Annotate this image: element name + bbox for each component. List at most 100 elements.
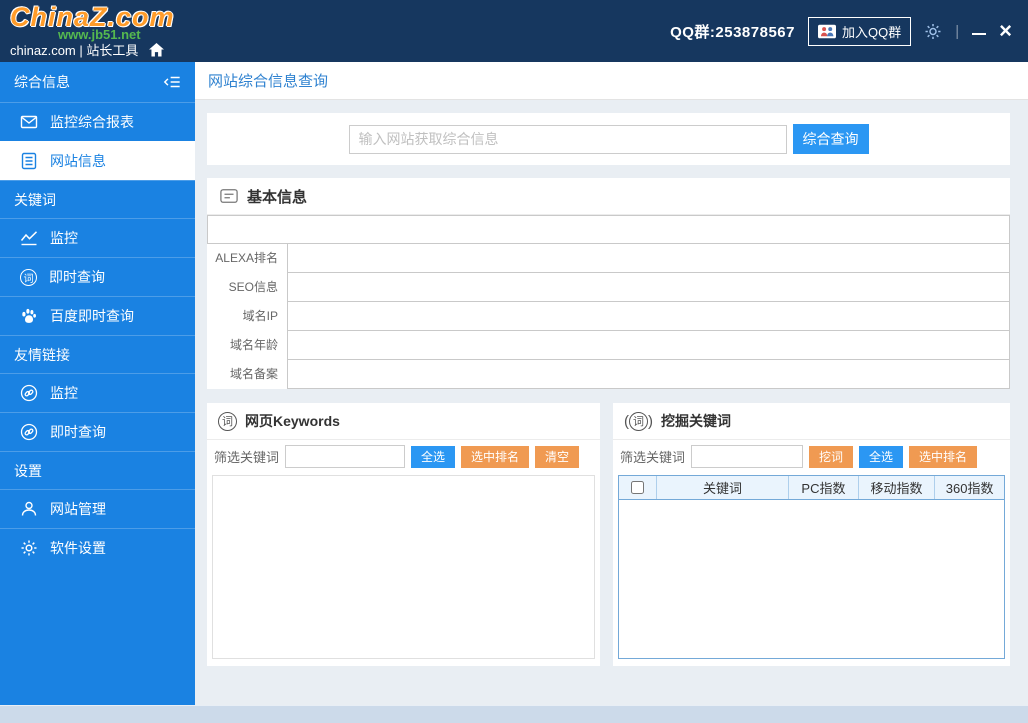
table-header-row: 关键词 PC指数 移动指数 360指数 <box>619 476 1004 500</box>
sidebar-item-site-info[interactable]: 网站信息 <box>0 141 195 180</box>
mining-filter-input[interactable] <box>691 445 804 468</box>
page-keywords-panel: 词 网页Keywords 筛选关键词 全选 选中排名 清空 <box>207 403 600 666</box>
field-label-domain-age: 域名年龄 <box>229 338 278 352</box>
mining-results-table: 关键词 PC指数 移动指数 360指数 <box>618 475 1005 659</box>
keyword-mining-title: 挖掘关键词 <box>661 413 731 429</box>
page-keywords-header: 词 网页Keywords <box>207 403 600 440</box>
sidebar-group-keywords: 关键词 <box>0 180 195 218</box>
select-all-checkbox[interactable] <box>631 481 644 494</box>
basic-info-section: 基本信息 ALEXA排名 SEO信息 域名IP 域名年龄 域名备案 <box>207 178 1010 389</box>
word-circle-icon: 词 <box>218 411 237 431</box>
keywords-filter-row: 筛选关键词 全选 选中排名 清空 <box>207 440 600 473</box>
alexa-rank-field <box>287 243 1010 273</box>
minimize-button[interactable] <box>972 33 987 35</box>
keyword-mining-header: (词) 挖掘关键词 <box>613 403 1010 440</box>
card-lines-icon <box>220 188 238 204</box>
chart-icon <box>20 229 38 247</box>
envelope-icon <box>20 113 38 131</box>
qq-group-number: QQ群:253878567 <box>670 23 795 41</box>
keyword-mining-panel: (词) 挖掘关键词 筛选关键词 挖词 全选 选中排名 关键词 PC指数 移动指数… <box>613 403 1010 666</box>
column-header-keyword: 关键词 <box>657 476 790 499</box>
user-icon <box>20 500 38 518</box>
close-button[interactable]: × <box>999 20 1012 42</box>
sidebar-item-label: 网站信息 <box>50 153 106 169</box>
keywords-filter-input[interactable] <box>285 445 406 468</box>
sidebar-item-label: 监控 <box>50 385 78 401</box>
domain-ip-field <box>287 301 1010 331</box>
sidebar-item-link-monitor[interactable]: 监控 <box>0 373 195 412</box>
sidebar-item-label: 即时查询 <box>50 424 106 440</box>
basic-info-title: 基本信息 <box>247 188 308 206</box>
page-keywords-title: 网页Keywords <box>245 413 340 429</box>
mine-words-button[interactable]: 挖词 <box>809 445 854 468</box>
sidebar-header-label: 综合信息 <box>14 74 70 90</box>
sidebar-group-label: 关键词 <box>14 191 56 208</box>
keywords-list-area <box>212 475 595 659</box>
column-header-pc-index: PC指数 <box>789 476 859 499</box>
comprehensive-query-button[interactable]: 综合查询 <box>792 124 869 154</box>
broadcast-word-icon: (词) <box>624 411 653 431</box>
sidebar-item-label: 网站管理 <box>50 501 106 517</box>
field-label-domain-record: 域名备案 <box>229 367 278 381</box>
selected-rank-button[interactable]: 选中排名 <box>461 445 530 468</box>
sidebar-item-label: 百度即时查询 <box>50 308 134 324</box>
sidebar-item-site-manage[interactable]: 网站管理 <box>0 489 195 528</box>
sidebar-item-label: 监控 <box>50 230 78 246</box>
settings-gear-icon[interactable] <box>924 22 942 41</box>
sidebar-item-baidu-query[interactable]: 百度即时查询 <box>0 296 195 335</box>
sidebar-group-settings: 设置 <box>0 451 195 489</box>
site-search-input[interactable] <box>348 124 787 154</box>
sidebar-item-keyword-query[interactable]: 词 即时查询 <box>0 257 195 296</box>
column-header-360-index: 360指数 <box>945 481 994 496</box>
seo-info-field <box>287 272 1010 302</box>
search-panel: 综合查询 <box>207 113 1010 165</box>
sidebar-group-label: 设置 <box>14 462 42 479</box>
sidebar-item-link-query[interactable]: 即时查询 <box>0 412 195 451</box>
site-label: chinaz.com | 站长工具 <box>10 43 139 58</box>
basic-info-header: 基本信息 <box>207 178 1010 215</box>
sidebar: 综合信息 监控综合报表 网站信息 关键词 监控 词 即时查询 百度即时查询 友情… <box>0 62 195 705</box>
mining-filter-row: 筛选关键词 挖词 全选 选中排名 <box>613 440 1010 473</box>
main-content: 网站综合信息查询 综合查询 基本信息 <box>195 62 1028 705</box>
word-circle-icon: 词 <box>20 268 37 286</box>
titlebar: ChinaZ.com www.jb51.net chinaz.com | 站长工… <box>0 0 1028 62</box>
watermark-text: www.jb51.net <box>58 27 141 42</box>
titlebar-divider: | <box>955 22 960 40</box>
sidebar-header: 综合信息 <box>0 62 195 102</box>
page-title: 网站综合信息查询 <box>208 73 329 90</box>
select-all-button[interactable]: 全选 <box>411 445 456 468</box>
field-label-seo: SEO信息 <box>228 280 278 294</box>
logo-area: ChinaZ.com www.jb51.net chinaz.com | 站长工… <box>0 0 320 62</box>
sidebar-group-label: 友情链接 <box>14 346 70 363</box>
qq-people-icon <box>818 24 836 39</box>
sidebar-item-label: 软件设置 <box>50 540 106 556</box>
page-header: 网站综合信息查询 <box>195 62 1028 100</box>
clear-button[interactable]: 清空 <box>535 445 580 468</box>
domain-record-field <box>287 359 1010 389</box>
selected-rank-button[interactable]: 选中排名 <box>909 445 978 468</box>
field-label-alexa: ALEXA排名 <box>215 251 278 265</box>
sidebar-group-links: 友情链接 <box>0 335 195 373</box>
window-bottom-strip <box>0 705 1028 723</box>
app-window: ChinaZ.com www.jb51.net chinaz.com | 站长工… <box>0 0 1028 723</box>
field-label-domain-ip: 域名IP <box>242 309 278 323</box>
filter-keywords-label: 筛选关键词 <box>214 450 280 465</box>
column-header-mobile-index: 移动指数 <box>859 476 936 499</box>
site-summary-field <box>207 215 1010 244</box>
home-icon[interactable] <box>147 42 165 57</box>
select-all-button[interactable]: 全选 <box>859 445 904 468</box>
collapse-sidebar-icon[interactable] <box>163 74 181 90</box>
join-qq-button[interactable]: 加入QQ群 <box>808 16 912 46</box>
sidebar-item-keyword-monitor[interactable]: 监控 <box>0 218 195 257</box>
filter-keywords-label: 筛选关键词 <box>620 450 686 465</box>
link-icon <box>20 423 38 441</box>
link-icon <box>20 384 38 402</box>
basic-info-fields: ALEXA排名 SEO信息 域名IP 域名年龄 域名备案 <box>207 215 1010 389</box>
domain-age-field <box>287 330 1010 360</box>
sidebar-item-monitor-report[interactable]: 监控综合报表 <box>0 102 195 141</box>
sidebar-item-software-settings[interactable]: 软件设置 <box>0 528 195 567</box>
gear-icon <box>20 539 38 557</box>
baidu-paw-icon <box>20 307 38 325</box>
table-body-empty <box>619 500 1004 658</box>
sidebar-item-label: 监控综合报表 <box>50 114 134 130</box>
